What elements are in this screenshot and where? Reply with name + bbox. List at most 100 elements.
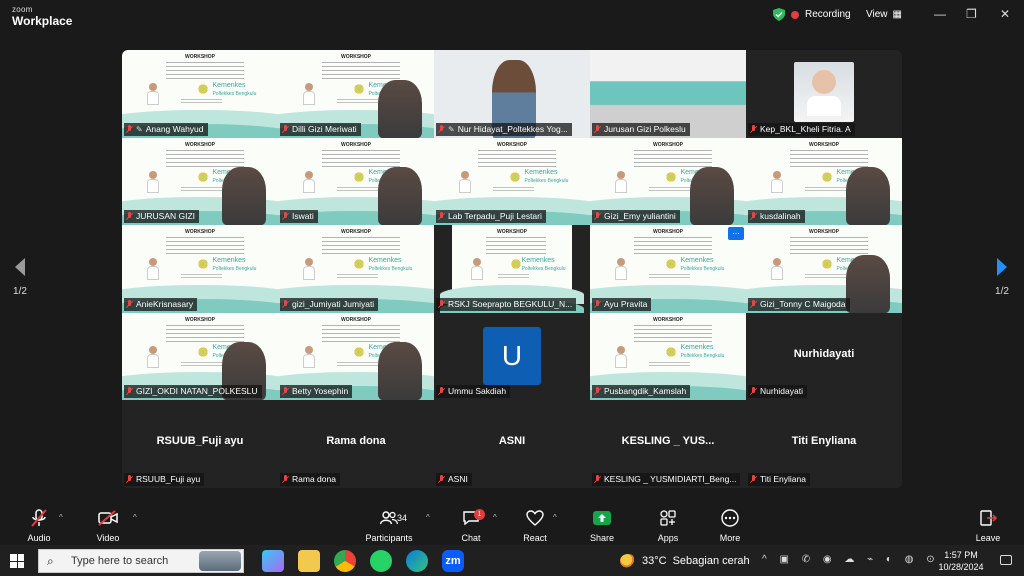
react-label: React [523,533,547,543]
participants-options-caret[interactable]: ^ [426,513,430,522]
close-button[interactable]: ✕ [1000,7,1010,21]
restore-button[interactable]: ❐ [966,7,977,21]
apps-icon [638,507,698,529]
search-placeholder: Type here to search [71,555,169,567]
participant-tile[interactable]: Nurhidayati Nurhidayati [746,312,902,401]
slide-logo-line-2: Poltekkes Bengkulu [680,353,725,360]
weather-icon [620,554,636,568]
participant-name-label: Iswati [280,210,318,224]
profile-photo [794,62,854,122]
participant-name: Ummu Sakdiah [448,386,507,397]
slide-caption-lines [805,274,846,281]
more-button[interactable]: More [700,507,760,543]
next-page-nav[interactable]: 1/2 [990,258,1014,297]
participant-name-label: ✎ Anang Wahyud [124,122,208,136]
participant-tile[interactable]: WORKSHOP Kemenkes Poltekkes Bengkulu Lab … [434,137,590,226]
whatsapp-icon[interactable] [370,550,392,572]
slide-caption-lines [649,361,690,368]
react-options-caret[interactable]: ^ [553,513,557,522]
participant-tile[interactable]: WORKSHOP KemenkesPoltekkes Bengkulu Iswa… [278,137,434,226]
participant-display-name: KESLING _ YUS... [621,435,715,448]
participant-tile[interactable]: WORKSHOP Kemenkes Poltekkes Bengkulu Pusb… [590,312,746,401]
participant-tile[interactable]: RSUUB_Fuji ayu RSUUB_Fuji ayu [122,400,278,488]
participant-tile[interactable]: WORKSHOP Kemenkes Poltekkes Bengkulu Anie… [122,225,278,313]
participants-button[interactable]: 34 Participants [359,507,419,543]
windows-start-icon[interactable] [10,554,24,568]
participant-tile[interactable]: ASNI ASNI [434,400,590,488]
mic-muted-icon [438,212,445,221]
participant-name-label: Gizi_Tonny C Maigoda [748,297,850,311]
participant-tile[interactable]: ✎ Nur Hidayat_Poltekkes Yog... [434,50,590,138]
slide-text-lines [789,149,868,168]
participant-tile[interactable]: U Ummu Sakdiah [434,312,590,401]
weather-text: Sebagian cerah [672,555,750,567]
participant-tile[interactable]: WORKSHOP KemenkesPoltekkes Bengkulu JURU… [122,137,278,226]
participant-tile[interactable]: Jurusan Gizi Polkeslu [590,50,746,138]
view-button[interactable]: View ▦ [866,9,902,20]
mic-muted-icon [438,387,445,396]
share-screen-icon [572,507,632,529]
participant-tile[interactable]: Kep_BKL_Kheli Fitria. A [746,50,902,138]
participant-tile[interactable]: WORKSHOP KemenkesPoltekkes Bengkulu kusd… [746,137,902,226]
participant-tile[interactable]: WORKSHOP Kemenkes Poltekkes Bengkulu gizi… [278,225,434,313]
slide-logo-line-1: Kemenkes [524,169,558,177]
participant-tile[interactable]: WORKSHOP KemenkesPoltekkes Bengkulu Gizi… [590,137,746,226]
video-label: Video [96,533,120,543]
slide-logo-line-1: Kemenkes [212,256,246,264]
participant-name-label: Betty Yosephin [280,385,353,399]
search-highlight-image [199,551,241,571]
participant-tile[interactable]: WORKSHOP KemenkesPoltekkes Bengkulu Gizi… [746,225,902,313]
slide-caption-lines [337,99,378,106]
tile-options-button[interactable]: ... [728,227,744,241]
participant-name: Jurusan Gizi Polkeslu [604,123,686,134]
video-options-caret[interactable]: ^ [133,513,137,522]
arrow-left-icon[interactable] [15,258,25,276]
edge-icon[interactable] [406,550,428,572]
copilot-app-icon[interactable] [262,550,284,572]
slide-heading: WORKSHOP [185,54,215,60]
taskbar-search-box[interactable]: ⌕ Type here to search [38,549,244,573]
share-button[interactable]: Share [572,507,632,543]
weather-widget[interactable]: 33°C Sebagian cerah [620,554,750,568]
chat-options-caret[interactable]: ^ [493,513,497,522]
participants-label: Participants [365,533,413,543]
slide-text-lines [633,149,712,168]
kemenkes-logo-icon [196,258,209,271]
participant-name: Lab Terpadu_Puji Lestari [448,211,542,222]
notification-icon[interactable] [1000,555,1012,565]
mic-muted-icon [594,387,601,396]
chat-button[interactable]: 1 Chat [441,507,501,543]
file-explorer-icon[interactable] [298,550,320,572]
participant-tile[interactable]: WORKSHOP Kemenkes Poltekkes Bengkulu Ayu … [590,225,746,313]
minimize-button[interactable]: — [934,7,946,21]
speaker-figure [770,258,783,281]
participant-tile[interactable]: KESLING _ YUS... KESLING _ YUSMIDIARTI_B… [590,400,746,488]
speaker-figure [146,83,159,106]
video-button[interactable]: Video [78,507,138,543]
participant-tile[interactable]: WORKSHOP Kemenkes Poltekkes Bengkulu RSKJ… [434,225,590,313]
participant-tile[interactable]: WORKSHOP KemenkesPoltekkes Bengkulu GIZI… [122,312,278,401]
mic-muted-icon [750,474,757,484]
audio-options-caret[interactable]: ^ [59,513,63,522]
leave-button[interactable]: Leave [958,507,1018,543]
chat-label: Chat [461,533,481,543]
previous-page-nav[interactable]: 1/2 [8,258,32,297]
participant-tile[interactable]: WORKSHOP Kemenkes Poltekkes Bengkulu ✎ An… [122,50,278,138]
apps-button[interactable]: Apps [638,507,698,543]
slide-heading: WORKSHOP [497,229,527,236]
participant-tile[interactable]: WORKSHOP KemenkesPoltekkes Bengkulu Dill… [278,50,434,138]
system-tray-icons[interactable]: ^ ▣ ✆ ◉ ☁ ⌁ ◐ ◍ ⊙ [762,554,940,565]
zoom-taskbar-icon[interactable]: zm [442,550,464,572]
taskbar-clock[interactable]: 1:57 PM 10/28/2024 [938,549,984,573]
mic-muted-icon [282,212,289,221]
arrow-right-icon[interactable] [997,258,1007,276]
chrome-icon[interactable] [334,550,356,572]
participant-tile[interactable]: WORKSHOP KemenkesPoltekkes Bengkulu Bett… [278,312,434,401]
recording-indicator[interactable]: Recording [773,8,851,21]
slide-caption-lines [805,186,846,193]
participant-name: Betty Yosephin [292,386,349,397]
participant-name-label: Jurusan Gizi Polkeslu [592,122,690,136]
participant-tile[interactable]: Titi Enyliana Titi Enyliana [746,400,902,488]
participant-tile[interactable]: Rama dona Rama dona [278,400,434,488]
participant-name: Gizi_Emy yuliantini [604,211,676,222]
